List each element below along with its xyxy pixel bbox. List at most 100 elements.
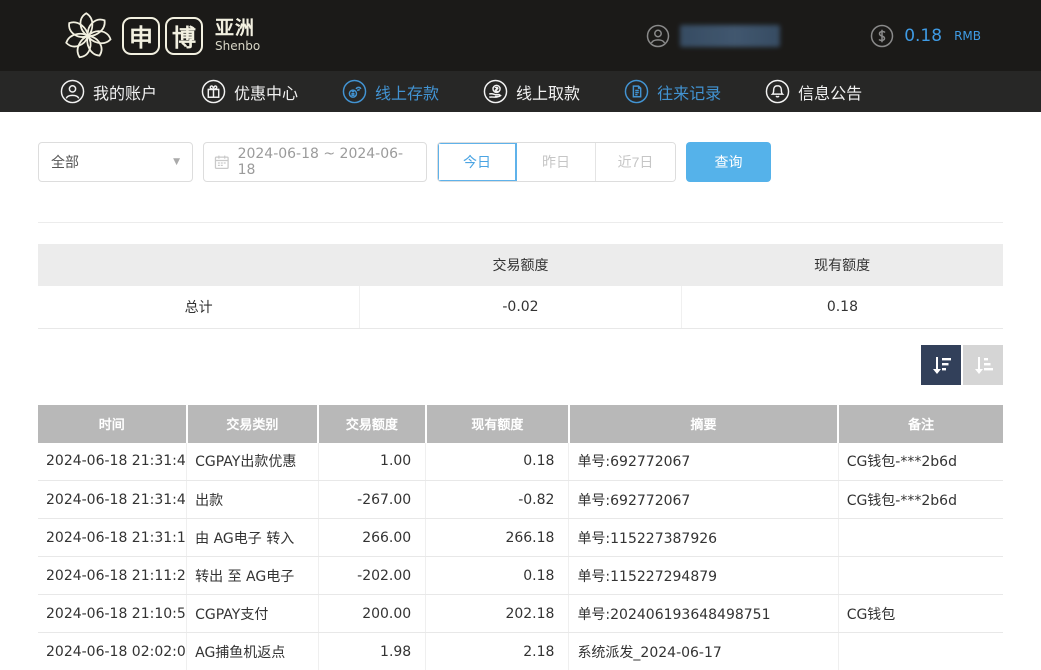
cell-remark (838, 633, 1003, 670)
date-range-input[interactable]: 2024-06-18 ~ 2024-06-18 (203, 142, 427, 182)
bell-icon (765, 79, 790, 104)
cell-current-amount: 266.18 (426, 519, 569, 557)
cell-type: AG捕鱼机返点 (187, 633, 318, 670)
account-person-icon (60, 79, 85, 104)
cell-type: 出款 (187, 481, 318, 519)
cell-remark: CG钱包 (838, 595, 1003, 633)
filter-bar: 全部 ▼ 2024-06-18 ~ 2024-06-18 今日 昨日 近7日 查… (38, 162, 1003, 222)
col-remark: 备注 (838, 405, 1003, 443)
gift-icon (201, 79, 226, 104)
last7days-button[interactable]: 近7日 (596, 143, 675, 181)
balance-amount: 0.18 (904, 26, 942, 46)
cell-summary: 系统派发_2024-06-17 (569, 633, 838, 670)
logo-subtitle: Shenbo (215, 40, 260, 52)
user-account-chip[interactable] (646, 24, 780, 48)
calendar-icon (214, 154, 230, 170)
cell-trade-amount: 266.00 (318, 519, 426, 557)
cell-trade-amount: 200.00 (318, 595, 426, 633)
category-select[interactable]: 全部 ▼ (38, 142, 193, 182)
cell-current-amount: 0.18 (426, 443, 569, 481)
quick-date-button-group: 今日 昨日 近7日 (437, 142, 676, 182)
cell-trade-amount: -202.00 (318, 557, 426, 595)
cell-type: CGPAY支付 (187, 595, 318, 633)
summary-col-empty (38, 244, 360, 286)
sort-amount-asc-icon (971, 353, 995, 377)
sort-controls (38, 345, 1003, 385)
summary-trade-amount-value: -0.02 (360, 286, 682, 328)
cell-trade-amount: -267.00 (318, 481, 426, 519)
cell-current-amount: -0.82 (426, 481, 569, 519)
col-summary: 摘要 (569, 405, 838, 443)
nav-label: 往来记录 (657, 80, 721, 104)
table-row: 2024-06-18 02:02:03 AG捕鱼机返点 1.98 2.18 系统… (38, 633, 1003, 670)
records-icon (624, 79, 649, 104)
table-row: 2024-06-18 21:31:42 CGPAY出款优惠 1.00 0.18 … (38, 443, 1003, 481)
sort-ascending-button[interactable] (963, 345, 1003, 385)
cell-summary: 单号:692772067 (569, 443, 838, 481)
username-redacted (680, 25, 780, 47)
cell-current-amount: 202.18 (426, 595, 569, 633)
chevron-down-icon: ▼ (173, 157, 180, 167)
date-range-value: 2024-06-18 ~ 2024-06-18 (238, 146, 416, 178)
cell-current-amount: 0.18 (426, 557, 569, 595)
nav-item-my-account[interactable]: 我的账户 (60, 79, 157, 104)
nav-label: 线上存款 (375, 80, 439, 104)
cell-time: 2024-06-18 21:10:51 (38, 595, 187, 633)
cell-type: CGPAY出款优惠 (187, 443, 318, 481)
cell-remark (838, 557, 1003, 595)
logo-char-shen: 申 (122, 17, 160, 55)
yesterday-button[interactable]: 昨日 (517, 143, 596, 181)
cell-time: 2024-06-18 21:31:42 (38, 443, 187, 481)
table-row: 2024-06-18 21:10:51 CGPAY支付 200.00 202.1… (38, 595, 1003, 633)
nav-label: 信息公告 (798, 80, 862, 104)
content-area: 全部 ▼ 2024-06-18 ~ 2024-06-18 今日 昨日 近7日 查… (0, 162, 1041, 670)
table-row: 2024-06-18 21:11:22 转出 至 AG电子 -202.00 0.… (38, 557, 1003, 595)
nav-item-announcements[interactable]: 信息公告 (765, 79, 862, 104)
flower-logo-icon (60, 8, 116, 64)
summary-table: 交易额度 现有额度 总计 -0.02 0.18 (38, 244, 1003, 329)
query-button[interactable]: 查询 (686, 142, 771, 182)
nav-label: 我的账户 (93, 80, 157, 104)
summary-header-row: 交易额度 现有额度 (38, 244, 1003, 286)
cell-type: 由 AG电子 转入 (187, 519, 318, 557)
nav-item-promo-center[interactable]: 优惠中心 (201, 79, 298, 104)
withdraw-hand-icon (483, 79, 508, 104)
deposit-coin-icon (342, 79, 367, 104)
cell-type: 转出 至 AG电子 (187, 557, 318, 595)
nav-item-online-withdrawal[interactable]: 线上取款 (483, 79, 580, 104)
summary-total-label: 总计 (38, 286, 360, 328)
transactions-table: 时间 交易类别 交易额度 现有额度 摘要 备注 2024-06-18 21:31… (38, 405, 1003, 670)
cell-time: 2024-06-18 02:02:03 (38, 633, 187, 670)
cell-remark: CG钱包-***2b6d (838, 481, 1003, 519)
col-time: 时间 (38, 405, 187, 443)
logo-char-bo: 博 (165, 17, 203, 55)
cell-summary: 单号:115227294879 (569, 557, 838, 595)
cell-summary: 单号:115227387926 (569, 519, 838, 557)
money-dollar-icon (870, 24, 894, 48)
table-row: 2024-06-18 21:31:13 由 AG电子 转入 266.00 266… (38, 519, 1003, 557)
cell-time: 2024-06-18 21:31:42 (38, 481, 187, 519)
cell-current-amount: 2.18 (426, 633, 569, 670)
balance-display[interactable]: 0.18 RMB (870, 24, 981, 48)
today-button[interactable]: 今日 (438, 143, 517, 181)
balance-currency: RMB (954, 29, 981, 43)
nav-label: 优惠中心 (234, 80, 298, 104)
col-trade-amount: 交易额度 (318, 405, 426, 443)
user-icon (646, 24, 670, 48)
table-row: 2024-06-18 21:31:42 出款 -267.00 -0.82 单号:… (38, 481, 1003, 519)
brand-logo[interactable]: 申 博 亚洲 Shenbo (60, 8, 260, 64)
cell-time: 2024-06-18 21:11:22 (38, 557, 187, 595)
cell-remark: CG钱包-***2b6d (838, 443, 1003, 481)
sort-descending-button[interactable] (921, 345, 961, 385)
cell-time: 2024-06-18 21:31:13 (38, 519, 187, 557)
col-current-amount: 现有额度 (426, 405, 569, 443)
nav-item-transaction-records[interactable]: 往来记录 (624, 79, 721, 104)
sort-amount-desc-icon (929, 353, 953, 377)
logo-region-text: 亚洲 (215, 19, 260, 38)
summary-total-row: 总计 -0.02 0.18 (38, 286, 1003, 328)
cell-remark (838, 519, 1003, 557)
category-select-value: 全部 (51, 152, 79, 172)
nav-item-online-deposit[interactable]: 线上存款 (342, 79, 439, 104)
summary-col-trade-amount: 交易额度 (360, 244, 682, 286)
summary-col-current-amount: 现有额度 (681, 244, 1003, 286)
